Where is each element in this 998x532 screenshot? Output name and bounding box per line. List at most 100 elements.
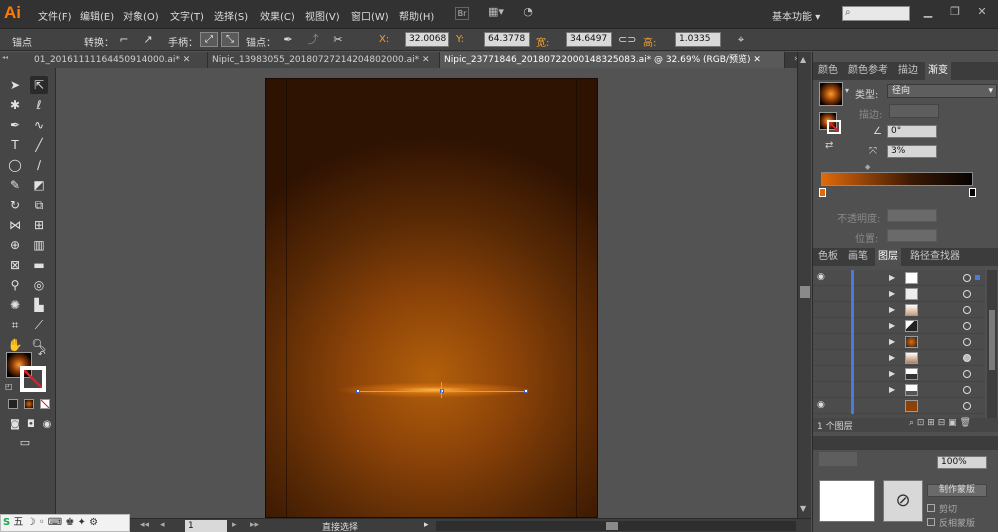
tab-pathfinder[interactable]: 路径查找器: [907, 248, 963, 266]
perspective-grid-tool-icon[interactable]: ▥: [30, 236, 48, 254]
artboard-nav-next-icon[interactable]: ▸: [232, 520, 237, 530]
shape-builder-tool-icon[interactable]: ⊕: [6, 236, 24, 254]
anchor-point[interactable]: [356, 389, 360, 393]
show-handles-button[interactable]: ⤢: [200, 32, 218, 47]
slice-tool-icon[interactable]: ⟋: [30, 316, 48, 334]
restore-icon[interactable]: ❐: [945, 5, 965, 21]
isolate-icon[interactable]: ⌖: [733, 33, 749, 47]
list-item[interactable]: ▶: [813, 286, 985, 302]
width-field[interactable]: 34.6497: [566, 32, 612, 47]
expand-arrow-icon[interactable]: ▶: [889, 337, 895, 346]
stop-opacity-field[interactable]: [887, 209, 937, 222]
document-tab[interactable]: Nipic_13983055_20180727214204802000.ai* …: [208, 52, 440, 68]
symbol-sprayer-tool-icon[interactable]: ✺: [6, 296, 24, 314]
target-circle-icon[interactable]: [963, 354, 971, 362]
vertical-scroll-thumb[interactable]: [800, 286, 810, 298]
cut-path-icon[interactable]: ✂: [330, 33, 346, 47]
draw-inside-icon[interactable]: ◉: [38, 416, 56, 434]
artboard-nav-first-icon[interactable]: ◂◂: [140, 520, 149, 530]
color-mode-icon[interactable]: [8, 399, 18, 409]
menu-edit[interactable]: 编辑(E): [80, 8, 114, 23]
document-tab-active[interactable]: Nipic_23771846_20180722000148325083.ai* …: [440, 52, 785, 68]
stop-location-field[interactable]: [887, 229, 937, 242]
layers-scroll-thumb[interactable]: [989, 310, 995, 370]
minimize-icon[interactable]: ▁: [918, 5, 938, 21]
line-tool-icon[interactable]: ╱: [30, 136, 48, 154]
list-item[interactable]: ▶: [813, 350, 985, 366]
layer-actions-icons[interactable]: ⌕ ⊡ ⊞ ⊟ ▣ 🗑︎: [909, 418, 971, 428]
bridge-icon[interactable]: Br: [455, 7, 469, 20]
target-circle-icon[interactable]: [963, 306, 971, 314]
gradient-stop-end[interactable]: [969, 188, 976, 197]
width-tool-icon[interactable]: ⋈: [6, 216, 24, 234]
glow-light-shape[interactable]: [294, 379, 574, 401]
clip-checkbox[interactable]: [927, 504, 935, 512]
menu-window[interactable]: 窗口(W): [351, 8, 389, 23]
artboard-tool-icon[interactable]: ⌗: [6, 316, 24, 334]
visibility-eye-icon[interactable]: ◉: [817, 272, 825, 282]
tab-layers[interactable]: 图层: [875, 248, 901, 266]
opacity-field[interactable]: 100%: [937, 456, 987, 469]
target-circle-icon[interactable]: [963, 322, 971, 330]
target-circle-icon[interactable]: [963, 338, 971, 346]
menu-view[interactable]: 视图(V): [305, 8, 340, 23]
stroke-swatch-small[interactable]: [827, 120, 841, 134]
object-thumbnail[interactable]: [819, 480, 875, 522]
blend-tool-icon[interactable]: ◎: [30, 276, 48, 294]
curvature-tool-icon[interactable]: ∿: [30, 116, 48, 134]
artboard-number-field[interactable]: 1: [185, 520, 227, 532]
tab-color-guide[interactable]: 颜色参考: [845, 62, 891, 80]
list-item[interactable]: ▶: [813, 382, 985, 398]
none-mode-icon[interactable]: [40, 399, 50, 409]
tab-color[interactable]: 颜色: [815, 62, 841, 80]
anchor-point[interactable]: [524, 389, 528, 393]
menu-effect[interactable]: 效果(C): [260, 8, 295, 23]
document-tab[interactable]: 01_20161111164450914000.ai* ✕: [30, 52, 208, 68]
expand-arrow-icon[interactable]: ▶: [889, 273, 895, 282]
y-field[interactable]: 64.3778: [484, 32, 530, 47]
artboard-nav-prev-icon[interactable]: ◂: [160, 520, 165, 530]
x-field[interactable]: 32.0068: [405, 32, 449, 47]
input-method-toolbar[interactable]: S 五 ☽ ◦ ⌨ ♚ ✦ ⚙: [0, 514, 130, 532]
workspace-switcher[interactable]: 基本功能 ▾: [772, 8, 820, 23]
invert-mask-checkbox[interactable]: [927, 518, 935, 526]
expand-arrow-icon[interactable]: ▶: [889, 353, 895, 362]
magic-wand-tool-icon[interactable]: ✱: [6, 96, 24, 114]
target-circle-icon[interactable]: [963, 370, 971, 378]
visibility-eye-icon[interactable]: ◉: [817, 400, 825, 410]
artboard[interactable]: [265, 78, 598, 518]
menu-object[interactable]: 对象(O): [123, 8, 159, 23]
lasso-tool-icon[interactable]: ℓ: [30, 96, 48, 114]
horizontal-scrollbar[interactable]: [436, 521, 796, 531]
layers-scrollbar[interactable]: [987, 270, 997, 418]
horizontal-scroll-thumb[interactable]: [606, 522, 618, 530]
canvas-area[interactable]: [57, 68, 797, 518]
remove-anchor-icon[interactable]: ✒: [280, 33, 296, 47]
link-proportions-icon[interactable]: ⊂⊃: [618, 33, 636, 47]
tab-brushes[interactable]: 画笔: [845, 248, 871, 266]
direct-selection-tool-icon[interactable]: ⇱: [30, 76, 48, 94]
column-graph-tool-icon[interactable]: ▙: [30, 296, 48, 314]
artboard-nav-last-icon[interactable]: ▸▸: [250, 520, 259, 530]
blend-mode-select[interactable]: [819, 452, 857, 466]
menu-type[interactable]: 文字(T): [170, 8, 204, 23]
selection-tool-icon[interactable]: ➤: [6, 76, 24, 94]
scroll-down-icon[interactable]: ▼: [800, 504, 806, 513]
tab-stroke[interactable]: 描边: [895, 62, 921, 80]
eyedropper-tool-icon[interactable]: ⚲: [6, 276, 24, 294]
free-transform-tool-icon[interactable]: ⊞: [30, 216, 48, 234]
list-item[interactable]: ▶: [813, 302, 985, 318]
paintbrush-tool-icon[interactable]: ∕: [30, 156, 48, 174]
list-item[interactable]: ▶: [813, 318, 985, 334]
gradient-preset-dropdown-icon[interactable]: ▾: [845, 86, 849, 95]
expand-arrow-icon[interactable]: ▶: [889, 385, 895, 394]
stroke-swatch[interactable]: [20, 366, 46, 392]
reverse-gradient-icon[interactable]: ⇄: [825, 140, 833, 151]
direction-handle[interactable]: [441, 382, 442, 398]
mesh-tool-icon[interactable]: ⊠: [6, 256, 24, 274]
menu-help[interactable]: 帮助(H): [399, 8, 434, 23]
target-circle-icon[interactable]: [963, 386, 971, 394]
menu-file[interactable]: 文件(F): [38, 8, 72, 23]
rotate-tool-icon[interactable]: ↻: [6, 196, 24, 214]
scale-tool-icon[interactable]: ⧉: [30, 196, 48, 214]
